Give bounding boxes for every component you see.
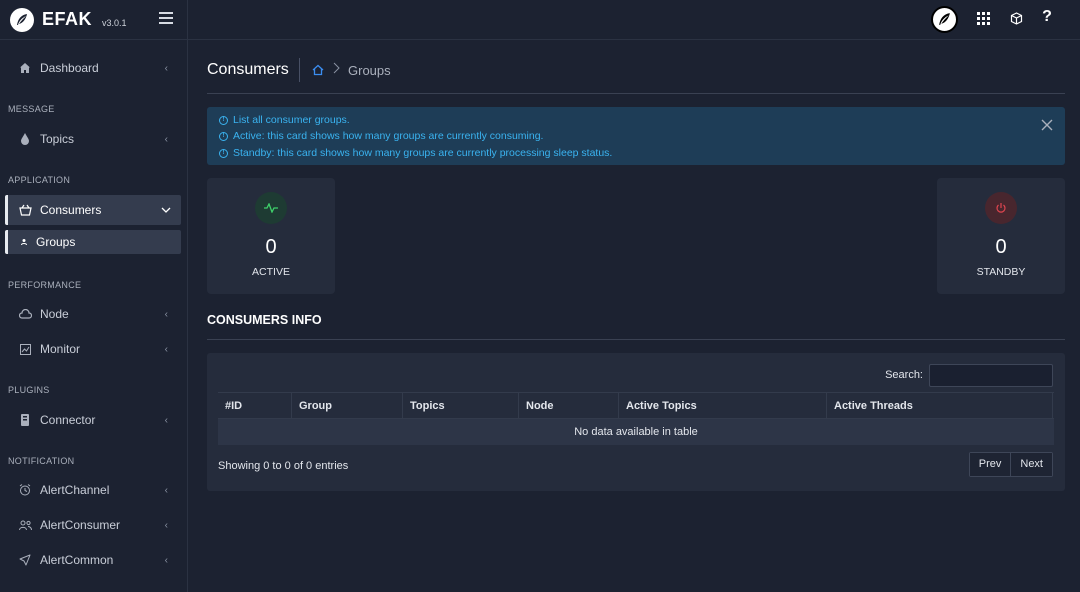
- menu-toggle-icon[interactable]: [159, 12, 173, 24]
- header-divider: [299, 58, 300, 82]
- feather-logo-icon: [10, 7, 34, 32]
- column-header-node[interactable]: Node: [519, 393, 619, 419]
- sidebar-item-connector[interactable]: Connector ‹: [0, 405, 188, 435]
- column-header-active-threads[interactable]: Active Threads: [827, 393, 1053, 419]
- info-icon: !: [219, 148, 228, 158]
- active-label: ACTIVE: [252, 266, 290, 278]
- sidebar-item-label: Dashboard: [40, 61, 99, 75]
- sidebar-item-alertcommon[interactable]: AlertCommon ‹: [0, 545, 188, 575]
- breadcrumb-chevron-icon: [333, 62, 340, 77]
- sidebar-item-label: AlertChannel: [40, 483, 110, 497]
- brand: EFAK v3.0.1: [0, 0, 187, 40]
- sidebar-item-label: Consumers: [40, 203, 102, 217]
- section-rule: [207, 339, 1065, 340]
- active-card: 0 ACTIVE: [207, 178, 335, 294]
- cloud-icon: [18, 307, 32, 321]
- section-title-notification: NOTIFICATION: [8, 456, 75, 466]
- sidebar-item-monitor[interactable]: Monitor ‹: [0, 334, 188, 364]
- empty-table-row: No data available in table: [218, 419, 1054, 445]
- sidebar-item-label: Monitor: [40, 342, 81, 356]
- sidebar-item-label: Topics: [40, 132, 75, 146]
- users-icon: [20, 235, 30, 249]
- column-header-topics[interactable]: Topics: [403, 393, 519, 419]
- activity-icon: [255, 192, 287, 224]
- brand-version: v3.0.1: [102, 17, 127, 28]
- breadcrumb-current: Groups: [348, 63, 391, 78]
- chevron-left-icon: ‹: [164, 62, 168, 74]
- sidebar-item-label: Node: [40, 307, 69, 321]
- sidebar-item-alertconsumer[interactable]: AlertConsumer ‹: [0, 510, 188, 540]
- apps-grid-icon[interactable]: [976, 12, 990, 26]
- prev-button[interactable]: Prev: [969, 453, 1011, 476]
- sidebar: EFAK v3.0.1 Dashboard ‹ MESSAGE Topics ‹…: [0, 0, 188, 592]
- standby-card: 0 STANDBY: [937, 178, 1065, 294]
- close-icon[interactable]: [1041, 118, 1055, 132]
- standby-count: 0: [995, 236, 1007, 258]
- alert-line: ! List all consumer groups.: [219, 114, 350, 126]
- sidebar-item-alertchannel[interactable]: AlertChannel ‹: [0, 475, 188, 505]
- sidebar-item-consumers[interactable]: Consumers: [5, 195, 181, 225]
- sidebar-item-topics[interactable]: Topics ‹: [0, 124, 188, 154]
- table-info: Showing 0 to 0 of 0 entries: [218, 460, 349, 472]
- info-alert: ! List all consumer groups. ! Active: th…: [207, 107, 1065, 165]
- section-title-performance: PERFORMANCE: [8, 280, 82, 290]
- sidebar-item-label: AlertCommon: [40, 553, 114, 567]
- plug-icon: [18, 413, 32, 427]
- help-icon[interactable]: ?: [1040, 9, 1054, 25]
- sidebar-item-dashboard[interactable]: Dashboard ‹: [0, 53, 188, 83]
- brand-name: EFAK: [42, 9, 93, 29]
- sidebar-item-node[interactable]: Node ‹: [0, 299, 188, 329]
- section-title-application: APPLICATION: [8, 175, 71, 185]
- consumers-info-title: CONSUMERS INFO: [207, 313, 322, 327]
- send-icon: [18, 553, 32, 567]
- search-input[interactable]: [929, 364, 1053, 387]
- header-rule: [207, 93, 1065, 94]
- sidebar-item-label: AlertConsumer: [40, 518, 121, 532]
- table-header: #ID Group Topics Node Active Topics Acti…: [218, 392, 1054, 419]
- alarm-clock-icon: [18, 483, 32, 497]
- alert-line: ! Active: this card shows how many group…: [219, 130, 543, 142]
- chevron-left-icon: ‹: [164, 308, 168, 320]
- home-icon: [18, 61, 32, 75]
- alert-text: Active: this card shows how many groups …: [233, 130, 544, 142]
- page-title: Consumers: [207, 61, 289, 78]
- section-title-message: MESSAGE: [8, 104, 55, 114]
- chevron-left-icon: ‹: [164, 484, 168, 496]
- info-icon: !: [219, 115, 228, 125]
- next-button[interactable]: Next: [1010, 453, 1052, 476]
- column-header-id[interactable]: #ID: [218, 393, 292, 419]
- chevron-left-icon: ‹: [164, 343, 168, 355]
- pagination: Prev Next: [968, 452, 1053, 477]
- sidebar-item-groups[interactable]: Groups: [5, 230, 181, 254]
- basket-icon: [18, 203, 32, 217]
- user-group-icon: [18, 518, 32, 532]
- sidebar-item-label: Groups: [36, 235, 76, 249]
- cube-icon[interactable]: [1009, 12, 1023, 26]
- chevron-left-icon: ‹: [164, 133, 168, 145]
- alert-line: ! Standby: this card shows how many grou…: [219, 147, 612, 159]
- standby-label: STANDBY: [976, 266, 1026, 278]
- chevron-left-icon: ‹: [164, 554, 168, 566]
- search-label: Search:: [885, 369, 923, 381]
- consumers-table-panel: Search: #ID Group Topics Node Active Top…: [207, 353, 1065, 491]
- power-icon: [985, 192, 1017, 224]
- chart-box-icon: [18, 342, 32, 356]
- column-header-group[interactable]: Group: [292, 393, 403, 419]
- column-header-active-topics[interactable]: Active Topics: [619, 393, 827, 419]
- user-avatar[interactable]: [931, 6, 958, 33]
- active-count: 0: [265, 236, 277, 258]
- chevron-down-icon: [161, 205, 171, 216]
- droplet-icon: [18, 132, 32, 146]
- info-icon: !: [219, 131, 228, 141]
- breadcrumb-home-icon[interactable]: [312, 63, 324, 76]
- top-bar: ?: [188, 0, 1080, 40]
- chevron-left-icon: ‹: [164, 519, 168, 531]
- alert-text: Standby: this card shows how many groups…: [233, 147, 613, 159]
- alert-text: List all consumer groups.: [233, 114, 350, 126]
- section-title-plugins: PLUGINS: [8, 385, 50, 395]
- chevron-left-icon: ‹: [164, 414, 168, 426]
- sidebar-item-label: Connector: [40, 413, 96, 427]
